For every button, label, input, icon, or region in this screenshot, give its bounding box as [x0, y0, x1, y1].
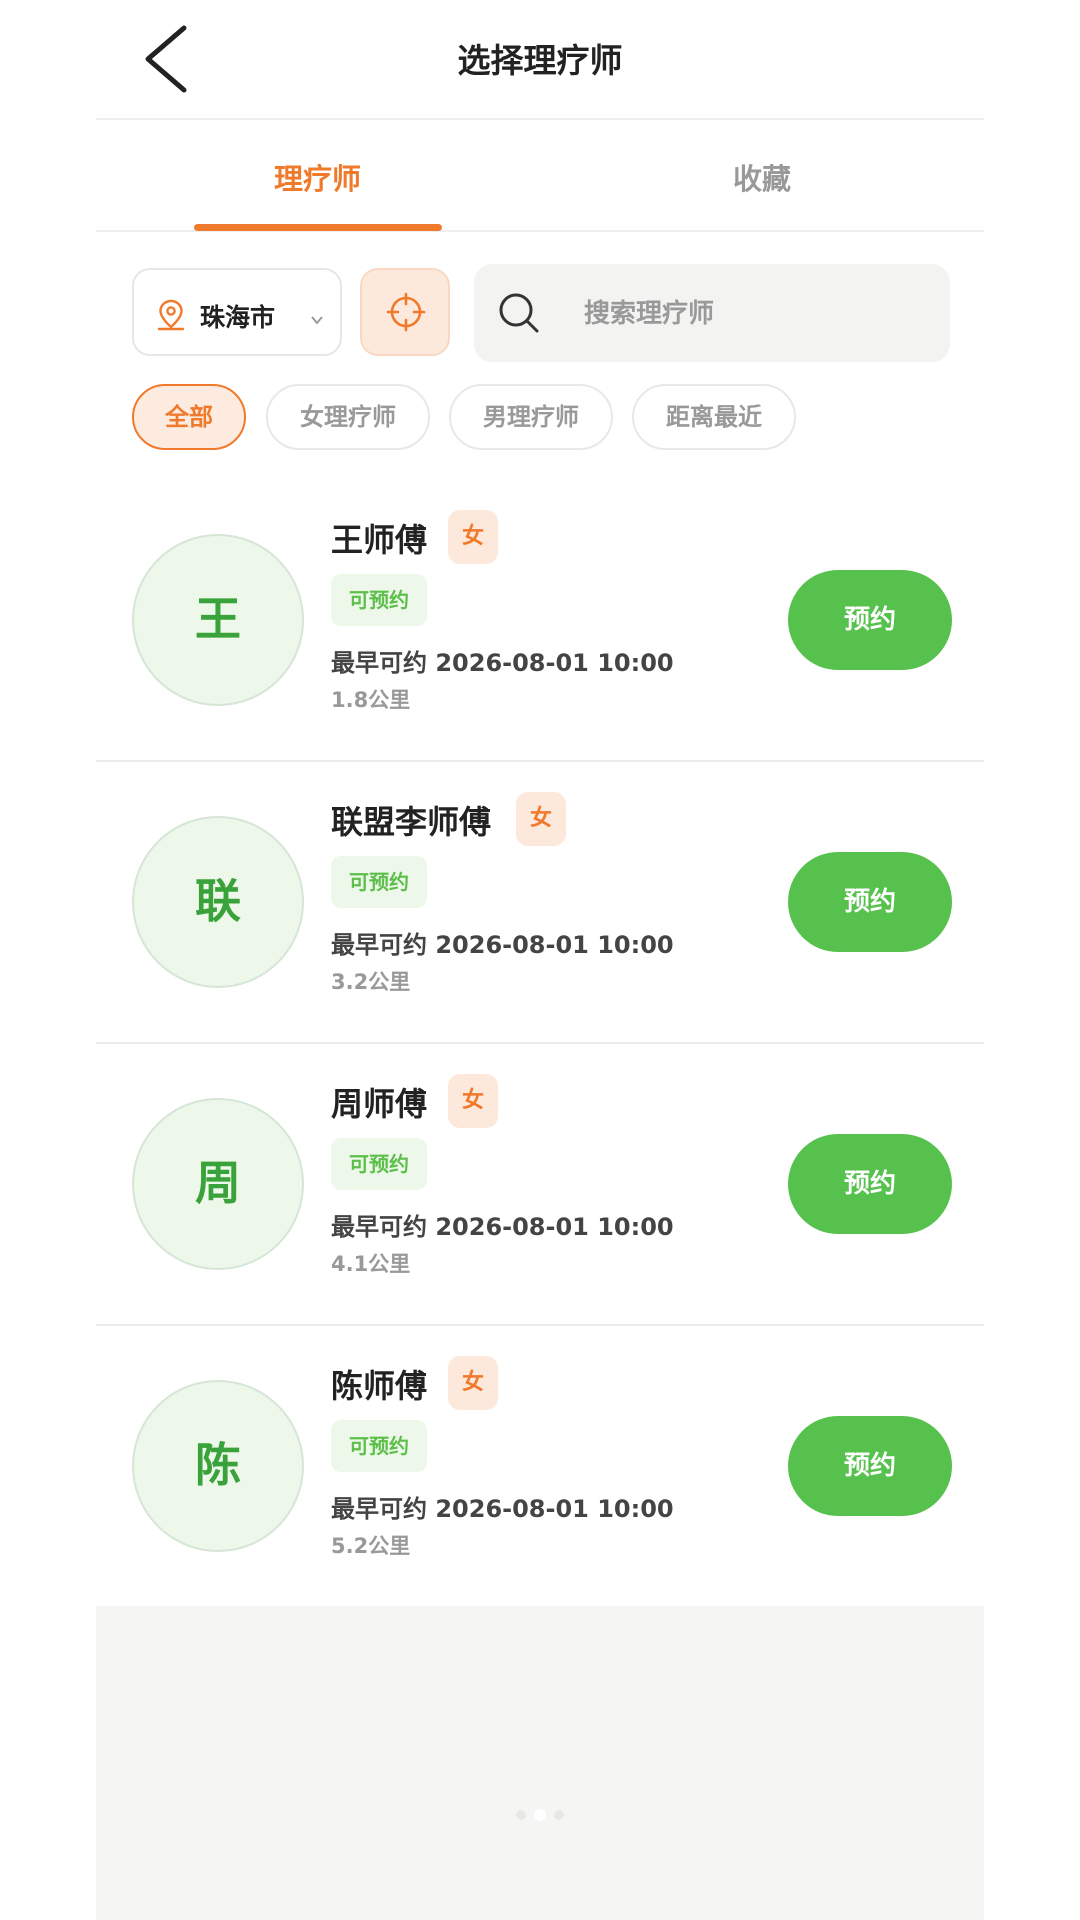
status-badge: 可预约 — [331, 574, 427, 626]
search-input[interactable] — [582, 292, 926, 336]
status-badge: 可预约 — [331, 1138, 427, 1190]
gender-badge: 女 — [448, 1356, 498, 1410]
page: 选择理疗师 理疗师 收藏 珠海市 搜索理疗师 全部 女理疗师 男理疗师 距离最近… — [0, 0, 1080, 1920]
avatar: 陈 — [132, 1380, 304, 1552]
distance: 5.2公里 — [331, 1534, 411, 1558]
page-title: 选择理疗师 — [457, 41, 623, 80]
therapist-list: 王 王师傅 女 可预约 最早可约 2026-08-01 10:00 1.8公里 … — [96, 480, 984, 1610]
status-badge: 可预约 — [331, 1420, 427, 1472]
status-badge: 可预约 — [331, 856, 427, 908]
gender-badge: 女 — [448, 1074, 498, 1128]
therapist-row: 周 周师傅 女 可预约 最早可约 2026-08-01 10:00 4.1公里 … — [96, 1044, 984, 1326]
chip-nearest[interactable]: 距离最近 — [632, 384, 796, 450]
location-pin-icon — [157, 299, 185, 331]
filter-row: 珠海市 — [96, 232, 984, 382]
book-button[interactable]: 预约 — [788, 1134, 952, 1234]
chip-male-therapist[interactable]: 男理疗师 — [449, 384, 613, 450]
earliest-time: 最早可约 2026-08-01 10:00 — [331, 649, 674, 677]
avatar: 周 — [132, 1098, 304, 1270]
avatar: 王 — [132, 534, 304, 706]
pager-dots — [510, 1808, 570, 1822]
tab-bar: 理疗师 收藏 — [96, 120, 984, 232]
chevron-down-icon — [311, 316, 323, 325]
crosshair-icon — [386, 292, 426, 332]
therapist-row: 陈 陈师傅 女 可预约 最早可约 2026-08-01 10:00 5.2公里 … — [96, 1326, 984, 1610]
pager-dot — [516, 1810, 526, 1820]
pager-dot — [554, 1810, 564, 1820]
chip-all[interactable]: 全部 — [132, 384, 246, 450]
city-selector[interactable]: 珠海市 — [132, 268, 342, 356]
therapist-row: 联 联盟李师傅 女 可预约 最早可约 2026-08-01 10:00 3.2公… — [96, 762, 984, 1044]
gender-badge: 女 — [448, 510, 498, 564]
distance: 3.2公里 — [331, 970, 411, 994]
therapist-name: 联盟李师傅 — [331, 803, 492, 841]
book-button[interactable]: 预约 — [788, 1416, 952, 1516]
earliest-time: 最早可约 2026-08-01 10:00 — [331, 931, 674, 959]
therapist-name: 陈师傅 — [331, 1367, 428, 1405]
search-icon — [499, 293, 539, 333]
earliest-time: 最早可约 2026-08-01 10:00 — [331, 1213, 674, 1241]
active-tab-indicator — [194, 224, 442, 231]
chip-female-therapist[interactable]: 女理疗师 — [266, 384, 430, 450]
pager-dot-active — [534, 1809, 546, 1821]
book-button[interactable]: 预约 — [788, 570, 952, 670]
therapist-row: 王 王师傅 女 可预约 最早可约 2026-08-01 10:00 1.8公里 … — [96, 480, 984, 762]
gender-badge: 女 — [516, 792, 566, 846]
city-label: 珠海市 — [200, 303, 276, 332]
search-box — [474, 264, 950, 362]
footer-area — [96, 1606, 984, 1920]
earliest-time: 最早可约 2026-08-01 10:00 — [331, 1495, 674, 1523]
filter-chips: 全部 女理疗师 男理疗师 距离最近 — [96, 382, 984, 480]
distance: 1.8公里 — [331, 688, 411, 712]
main-content: 选择理疗师 理疗师 收藏 珠海市 搜索理疗师 全部 女理疗师 男理疗师 距离最近… — [96, 0, 984, 1920]
book-button[interactable]: 预约 — [788, 852, 952, 952]
therapist-name: 周师傅 — [331, 1085, 428, 1123]
locate-button[interactable] — [360, 268, 450, 356]
distance: 4.1公里 — [331, 1252, 411, 1276]
tab-therapists[interactable]: 理疗师 — [274, 156, 361, 198]
therapist-name: 王师傅 — [331, 521, 428, 559]
header: 选择理疗师 — [96, 0, 984, 120]
tab-favorites[interactable]: 收藏 — [733, 156, 791, 198]
avatar: 联 — [132, 816, 304, 988]
